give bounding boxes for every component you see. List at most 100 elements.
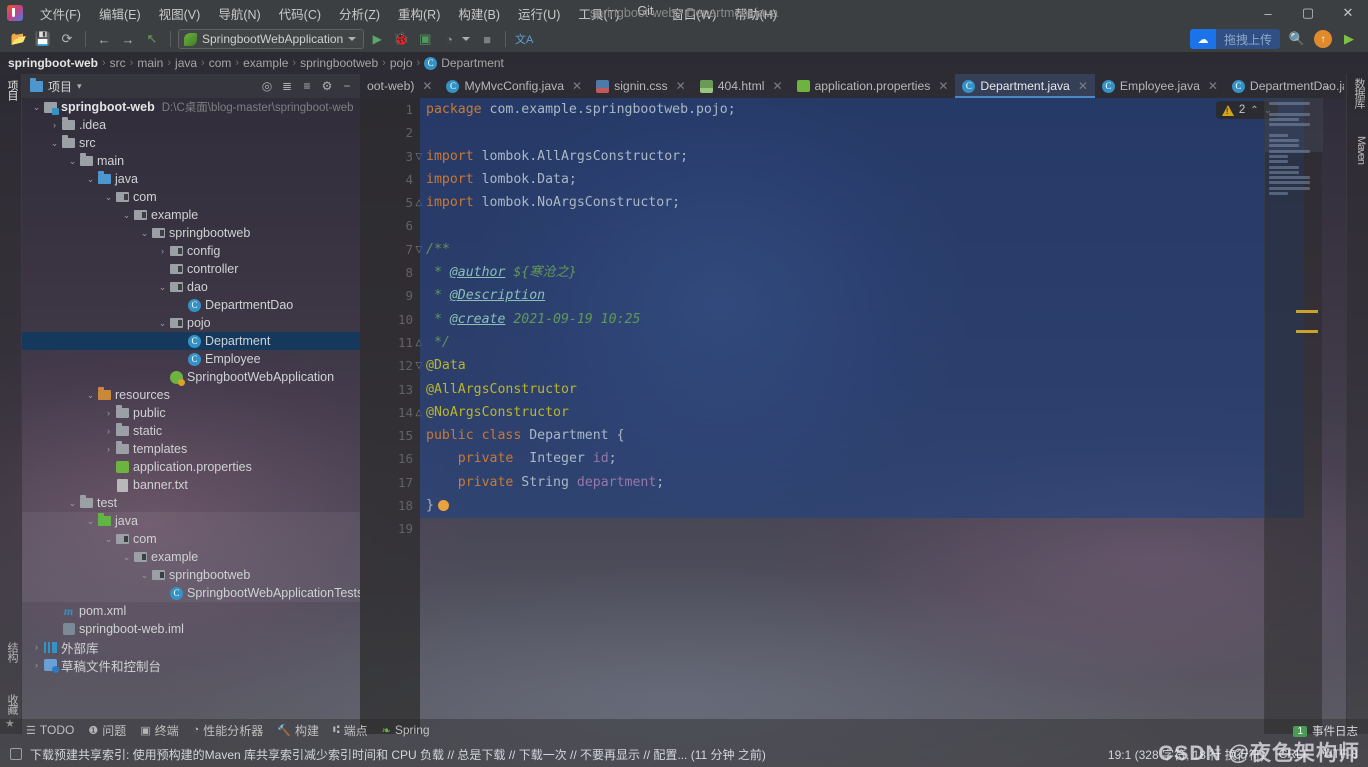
tree-node[interactable]: ⌄java <box>22 170 360 188</box>
close-tab-icon[interactable]: ✕ <box>422 79 432 93</box>
menu-item-12[interactable]: 帮助(H) <box>725 1 785 26</box>
chevron-down-icon[interactable]: ⌄ <box>120 552 133 563</box>
file-encoding[interactable]: UTF-8 <box>1324 747 1358 761</box>
stop-icon[interactable]: ■ <box>476 29 498 49</box>
menu-item-7[interactable]: 构建(B) <box>449 1 509 26</box>
tree-node[interactable]: ›static <box>22 422 360 440</box>
run-configuration-selector[interactable]: SpringbootWebApplication <box>178 29 364 49</box>
tree-node[interactable]: ›外部库 <box>22 638 360 656</box>
tree-node[interactable]: ›.idea <box>22 116 360 134</box>
close-tab-icon[interactable]: ✕ <box>676 79 686 93</box>
sync-icon[interactable]: ⟳ <box>56 29 78 49</box>
chevron-down-icon[interactable]: ⌄ <box>138 228 151 239</box>
chevron-right-icon[interactable]: › <box>30 660 43 670</box>
menu-item-3[interactable]: 导航(N) <box>209 1 269 26</box>
project-panel-title-group[interactable]: 项目 ▾ <box>22 78 82 95</box>
tree-node[interactable]: ›public <box>22 404 360 422</box>
chevron-down-icon[interactable]: ⌄ <box>84 390 97 401</box>
debug-icon[interactable]: 🐞 <box>390 29 412 49</box>
chevron-right-icon[interactable]: › <box>48 120 61 130</box>
editor-tab[interactable]: 404.html✕ <box>693 74 790 98</box>
chevron-down-icon[interactable]: ⌄ <box>138 570 151 581</box>
caret-position[interactable]: 19:1 (328 字符, 18 行 换行符) <box>1108 746 1265 763</box>
tree-node[interactable]: ⌄java <box>22 512 360 530</box>
menu-item-4[interactable]: 代码(C) <box>270 1 330 26</box>
chevron-right-icon[interactable]: › <box>174 336 187 346</box>
bottom-tool-TODO[interactable]: ☰TODO <box>26 723 74 737</box>
tree-node[interactable]: ⌄springboot-webD:\C桌面\blog-master\spring… <box>22 98 360 116</box>
sidebar-item-structure[interactable]: 结构 <box>2 642 20 662</box>
chevron-down-icon[interactable]: ⌄ <box>156 318 169 329</box>
editor-tab[interactable]: oot-web)✕ <box>360 74 439 98</box>
breadcrumb-item-1[interactable]: src <box>110 56 126 70</box>
breadcrumb-item-4[interactable]: com <box>209 56 232 70</box>
tree-node[interactable]: ›application.properties <box>22 458 360 476</box>
menu-item-6[interactable]: 重构(R) <box>389 1 449 26</box>
menu-item-11[interactable]: 窗口(W) <box>662 1 725 26</box>
close-tab-icon[interactable]: ✕ <box>772 79 782 93</box>
breadcrumb-item-8[interactable]: CDepartment <box>424 56 504 70</box>
close-button[interactable]: ✕ <box>1328 0 1368 26</box>
chevron-right-icon[interactable]: › <box>156 372 169 382</box>
run-icon[interactable]: ▶ <box>366 29 388 49</box>
tree-node[interactable]: ⌄springbootweb <box>22 224 360 242</box>
chevron-right-icon[interactable]: › <box>102 462 115 472</box>
breadcrumb-item-7[interactable]: pojo <box>390 56 413 70</box>
tree-node[interactable]: ⌄src <box>22 134 360 152</box>
editor-minimap[interactable] <box>1264 98 1322 734</box>
hide-panel-icon[interactable]: − <box>338 77 356 95</box>
tree-node[interactable]: ⌄dao <box>22 278 360 296</box>
status-message[interactable]: 下载预建共享索引: 使用预构建的Maven 库共享索引减少索引时间和 CPU 负… <box>30 746 766 763</box>
forward-icon[interactable]: → <box>117 29 139 49</box>
notification-icon[interactable] <box>10 748 22 760</box>
close-tab-icon[interactable]: ✕ <box>1078 79 1088 93</box>
translate-icon[interactable]: 文A <box>513 29 535 49</box>
tree-node[interactable]: ›springboot-web.iml <box>22 620 360 638</box>
upload-widget[interactable]: ☁ 拖拽上传 <box>1190 29 1280 49</box>
bottom-tool-端点[interactable]: ⑆端点 <box>333 722 368 739</box>
back-icon[interactable]: ← <box>93 29 115 49</box>
chevron-right-icon[interactable]: › <box>102 444 115 454</box>
tree-node[interactable]: ›草稿文件和控制台 <box>22 656 360 674</box>
chevron-down-icon[interactable]: ⌄ <box>120 210 133 221</box>
close-tab-icon[interactable]: ✕ <box>572 79 582 93</box>
tree-node[interactable]: ⌄test <box>22 494 360 512</box>
chevron-down-icon[interactable]: ⌄ <box>84 174 97 185</box>
locate-icon[interactable]: ◎ <box>258 77 276 95</box>
breadcrumb-item-2[interactable]: main <box>137 56 163 70</box>
chevron-down-icon[interactable]: ▾ <box>77 81 82 92</box>
minimap-warning-mark[interactable] <box>1296 310 1318 313</box>
chevron-right-icon[interactable]: › <box>156 264 169 274</box>
tree-node[interactable]: ›config <box>22 242 360 260</box>
bottom-tool-构建[interactable]: 🔨构建 <box>277 722 319 739</box>
editor-tab[interactable]: signin.css✕ <box>589 74 693 98</box>
menu-item-9[interactable]: 工具(T) <box>569 1 628 26</box>
tree-node[interactable]: ⌄resources <box>22 386 360 404</box>
tree-node[interactable]: ›CDepartment <box>22 332 360 350</box>
chevron-down-icon[interactable]: ⌄ <box>102 192 115 203</box>
chevron-down-icon[interactable] <box>348 37 356 41</box>
tree-node[interactable]: ›CSpringbootWebApplicationTests <box>22 584 360 602</box>
chevron-right-icon[interactable]: › <box>30 642 43 652</box>
gear-icon[interactable]: ⚙ <box>318 77 336 95</box>
minimap-warning-mark[interactable] <box>1296 330 1318 333</box>
breadcrumb-item-6[interactable]: springbootweb <box>300 56 378 70</box>
tree-node[interactable]: ›controller <box>22 260 360 278</box>
tree-node[interactable]: ⌄com <box>22 530 360 548</box>
event-log-widget[interactable]: 1 事件日志 <box>1293 723 1358 739</box>
profile-icon[interactable]: ◔ <box>438 29 460 49</box>
chevron-right-icon[interactable]: › <box>102 408 115 418</box>
tree-node[interactable]: ›CEmployee <box>22 350 360 368</box>
tree-node[interactable]: ⌄pojo <box>22 314 360 332</box>
chevron-down-icon[interactable]: ⌄ <box>66 156 79 167</box>
tree-node[interactable]: ⌄springbootweb <box>22 566 360 584</box>
play-green-icon[interactable]: ▶ <box>1338 29 1360 49</box>
collapse-all-icon[interactable]: ≡ <box>298 77 316 95</box>
tree-node[interactable]: ⌄main <box>22 152 360 170</box>
prev-problem-icon[interactable]: ⌃ <box>1250 105 1258 116</box>
sidebar-item-favorites[interactable]: 收藏 <box>2 694 20 714</box>
chevron-down-icon[interactable]: ⌄ <box>48 138 61 149</box>
editor-tab[interactable]: application.properties✕ <box>790 74 956 98</box>
chevron-right-icon[interactable]: › <box>156 246 169 256</box>
maximize-button[interactable]: ▢ <box>1288 0 1328 26</box>
